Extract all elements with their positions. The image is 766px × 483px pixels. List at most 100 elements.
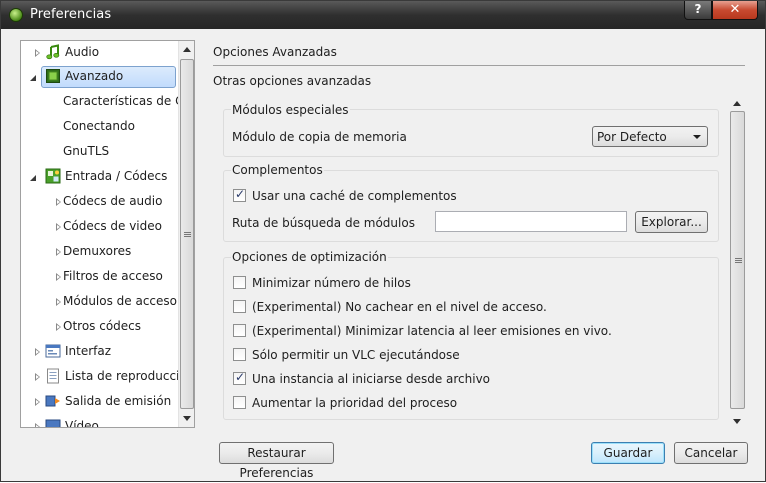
option-checkbox[interactable] xyxy=(233,324,246,337)
tree-item-modulos-acceso[interactable]: Módulos de acceso xyxy=(21,290,179,314)
tree-item-label: Características de CPU xyxy=(63,94,195,108)
group-title: Complementos xyxy=(231,163,324,177)
grip-line xyxy=(735,260,742,261)
tree-item-label: Módulos de acceso xyxy=(63,294,177,308)
cancel-button[interactable]: Cancelar xyxy=(674,442,748,464)
option-label: Sólo permitir un VLC ejecutándose xyxy=(252,348,460,362)
scroll-down-arrow-icon[interactable] xyxy=(183,416,191,421)
scrollbar-thumb[interactable] xyxy=(730,111,745,409)
expand-arrow-icon[interactable] xyxy=(35,398,41,406)
option-label: (Experimental) Minimizar latencia al lee… xyxy=(252,324,612,338)
scroll-up-arrow-icon[interactable] xyxy=(733,101,741,106)
music-note-icon xyxy=(45,44,61,60)
reset-preferences-button[interactable]: Restaurar Preferencias xyxy=(219,442,334,480)
tree-item-gnutls[interactable]: GnuTLS xyxy=(21,140,179,164)
scroll-down-arrow-icon[interactable] xyxy=(733,419,741,424)
tree-item-audio[interactable]: Audio xyxy=(21,41,179,65)
stream-output-icon xyxy=(45,393,61,409)
tree-item-interfaz[interactable]: Interfaz xyxy=(21,340,179,364)
dialog-body: Audio Avanzado Características de CPU Co… xyxy=(9,29,757,480)
group-title: Módulos especiales xyxy=(231,103,350,117)
option-checkbox[interactable] xyxy=(233,396,246,409)
tree-item-cpu[interactable]: Características de CPU xyxy=(21,90,194,114)
grip-line xyxy=(735,262,742,263)
group-title: Opciones de optimización xyxy=(231,250,388,264)
tree-item-demuxores[interactable]: Demuxores xyxy=(21,240,179,264)
option-label: Aumentar la prioridad del proceso xyxy=(252,396,458,410)
option-checkbox[interactable] xyxy=(233,348,246,361)
panel-scrollbar[interactable] xyxy=(729,95,746,427)
option-label: Una instancia al iniciarse desde archivo xyxy=(252,372,491,386)
preferences-window: Preferencias ? ✕ Audio Avanzado Caracter… xyxy=(0,0,766,482)
grip-line xyxy=(184,236,191,237)
tree-item-label: Entrada / Códecs xyxy=(65,169,168,183)
option-checkbox[interactable] xyxy=(233,276,246,289)
scrollbar-thumb[interactable] xyxy=(180,59,194,409)
tree-item-label: Demuxores xyxy=(63,244,132,258)
tree-item-label: Interfaz xyxy=(65,344,112,358)
panel-heading: Opciones Avanzadas xyxy=(213,45,337,59)
video-icon xyxy=(45,418,61,427)
tree-item-codecs-audio[interactable]: Códecs de audio xyxy=(21,190,179,214)
tree-item-entrada-codecs[interactable]: Entrada / Códecs xyxy=(21,165,179,189)
expand-arrow-icon[interactable] xyxy=(35,49,41,57)
tree-item-label: Audio xyxy=(65,45,100,59)
close-button[interactable]: ✕ xyxy=(712,1,758,20)
tree-item-video[interactable]: Vídeo xyxy=(21,415,179,428)
expand-arrow-icon[interactable] xyxy=(56,223,62,231)
playlist-icon xyxy=(45,368,61,384)
title-bar[interactable]: Preferencias ? ✕ xyxy=(1,1,765,29)
heading-divider xyxy=(213,65,745,66)
tree-item-label: Conectando xyxy=(63,119,135,133)
tree-item-conectando[interactable]: Conectando xyxy=(21,115,179,139)
tree-item-label: Salida de emisión xyxy=(65,394,172,408)
memcpy-select-value: Por Defecto xyxy=(597,130,667,144)
collapse-arrow-icon[interactable] xyxy=(30,175,36,181)
option-checkbox[interactable] xyxy=(233,300,246,313)
tree-item-codecs-video[interactable]: Códecs de video xyxy=(21,215,179,239)
plugin-cache-label: Usar una caché de complementos xyxy=(252,189,457,203)
memcpy-label: Módulo de copia de memoria xyxy=(232,130,407,144)
tree-item-label: Vídeo xyxy=(65,419,99,428)
option-label: (Experimental) No cachear en el nivel de… xyxy=(252,300,547,314)
plugin-cache-checkbox[interactable] xyxy=(233,187,246,202)
expand-arrow-icon[interactable] xyxy=(56,323,62,331)
tree-item-otros-codecs[interactable]: Otros códecs xyxy=(21,315,179,339)
expand-arrow-icon[interactable] xyxy=(56,273,62,281)
window-title: Preferencias xyxy=(30,7,112,22)
grip-line xyxy=(184,234,191,235)
save-button[interactable]: Guardar xyxy=(591,442,665,464)
browse-button[interactable]: Explorar... xyxy=(635,211,708,233)
expand-arrow-icon[interactable] xyxy=(35,423,41,427)
tree-item-avanzado[interactable]: Avanzado xyxy=(21,65,179,89)
tree-item-label: Otros códecs xyxy=(63,319,142,333)
collapse-arrow-icon[interactable] xyxy=(30,75,36,81)
tree-item-lista-reproduccion[interactable]: Lista de reproducción xyxy=(21,365,194,389)
memcpy-select[interactable]: Por Defecto xyxy=(592,126,708,147)
tree-item-label: GnuTLS xyxy=(63,144,110,158)
tree-item-label: Códecs de video xyxy=(63,219,162,233)
scroll-up-arrow-icon[interactable] xyxy=(183,47,191,52)
expand-arrow-icon[interactable] xyxy=(35,373,41,381)
category-tree[interactable]: Audio Avanzado Características de CPU Co… xyxy=(20,40,195,428)
help-button[interactable]: ? xyxy=(684,1,712,20)
tree-item-salida-emision[interactable]: Salida de emisión xyxy=(21,390,179,414)
module-path-input[interactable] xyxy=(435,211,627,232)
interface-icon xyxy=(45,343,61,359)
tree-item-label: Códecs de audio xyxy=(63,194,163,208)
tree-item-label: Lista de reproducción xyxy=(65,369,195,383)
expand-arrow-icon[interactable] xyxy=(56,298,62,306)
chevron-down-icon xyxy=(693,135,701,139)
panel-subheading: Otras opciones avanzadas xyxy=(213,74,372,88)
tree-item-label: Filtros de acceso xyxy=(63,269,163,283)
option-checkbox[interactable] xyxy=(233,370,246,385)
module-path-label: Ruta de búsqueda de módulos xyxy=(232,216,415,230)
tree-scrollbar[interactable] xyxy=(178,41,194,427)
tree-item-filtros-acceso[interactable]: Filtros de acceso xyxy=(21,265,179,289)
expand-arrow-icon[interactable] xyxy=(56,248,62,256)
grip-line xyxy=(735,258,742,259)
expand-arrow-icon[interactable] xyxy=(56,198,62,206)
grip-line xyxy=(184,232,191,233)
expand-arrow-icon[interactable] xyxy=(35,348,41,356)
tree-item-label: Avanzado xyxy=(65,69,124,83)
